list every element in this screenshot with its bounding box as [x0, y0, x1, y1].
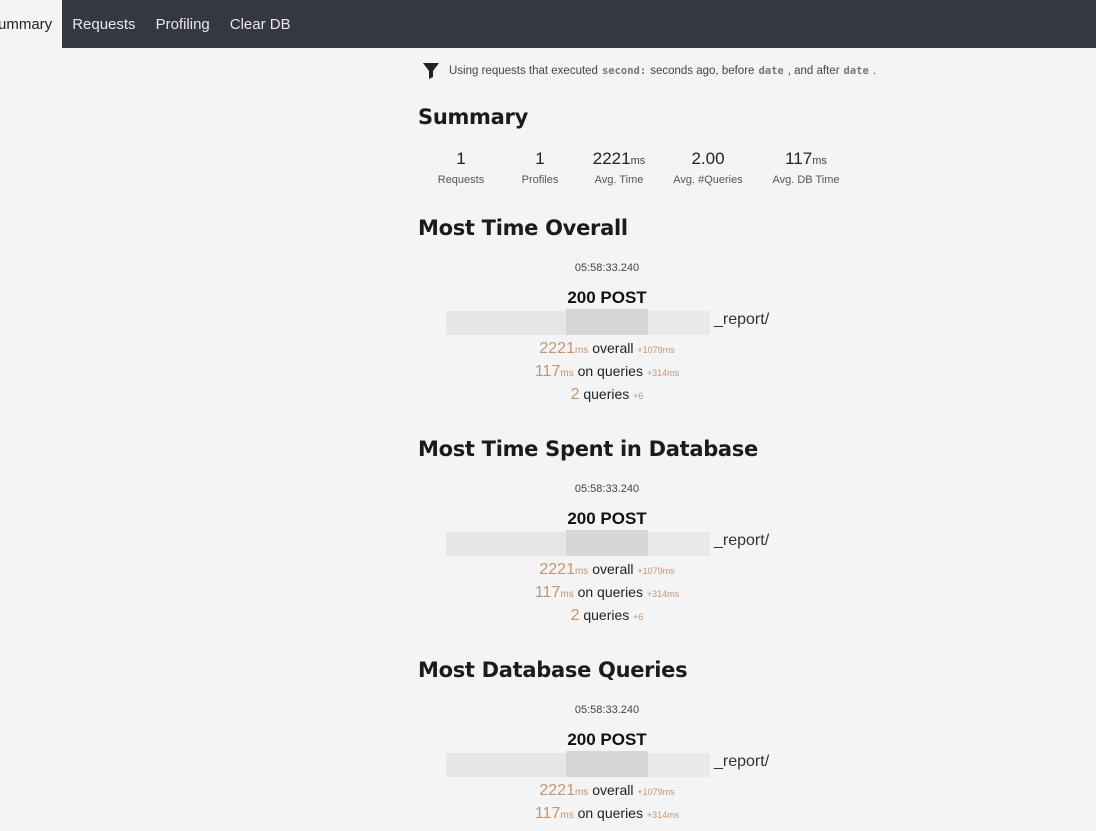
stat-avg-time: 2221ms Avg. Time [580, 149, 658, 186]
redacted-url-part [446, 311, 566, 335]
stat-value: 2.00 [691, 149, 725, 168]
section-title-most-time-overall: Most Time Overall [418, 216, 628, 240]
top-nav: Summary Requests Profiling Clear DB [0, 0, 1096, 48]
redacted-url-part [446, 753, 566, 777]
redacted-url-part [648, 753, 710, 777]
nav-tab-profiling[interactable]: Profiling [146, 0, 220, 48]
redacted-url-part [566, 751, 648, 777]
stat-unit: ms [630, 155, 646, 167]
redacted-url-part [566, 309, 648, 335]
request-url[interactable]: _report/ [418, 309, 796, 335]
request-time: 05:58:33.240 [574, 262, 640, 274]
metric-overall: 2221ms overall +1079ms [539, 340, 675, 357]
request-metrics: 2221ms overall +1079ms 117ms on queries … [418, 338, 796, 407]
section-title-most-time-db: Most Time Spent in Database [418, 437, 758, 461]
filter-date-before-token[interactable]: date [758, 65, 783, 77]
stat-label: Avg. #Queries [673, 174, 743, 186]
redacted-url-part [648, 532, 710, 556]
nav-tab-requests[interactable]: Requests [62, 0, 145, 48]
funnel-icon [422, 62, 440, 80]
metric-overall: 2221ms overall +1079ms [539, 561, 675, 578]
metric-query-time: 117ms on queries +314ms [534, 363, 680, 380]
stat-label: Avg. Time [594, 174, 644, 186]
request-url-suffix: _report/ [714, 753, 770, 770]
nav-tab-summary[interactable]: Summary [0, 0, 63, 48]
request-status[interactable]: 200 POST [418, 730, 796, 750]
stat-label: Avg. DB Time [772, 174, 840, 186]
metric-query-time: 117ms on queries +314ms [534, 584, 680, 601]
filter-after-text: , and after [787, 65, 840, 77]
metric-query-count: 2 queries +6 [570, 607, 644, 624]
request-status[interactable]: 200 POST [418, 509, 796, 529]
stat-value: 117 [785, 149, 813, 168]
redacted-url-part [566, 530, 648, 556]
stat-avg-db-time: 117ms Avg. DB Time [758, 149, 854, 186]
filter-middle: seconds ago, before [650, 65, 755, 77]
request-card-most-time-overall[interactable]: 05:58:33.240 200 POST _report/ 2221ms ov… [418, 262, 796, 407]
filter-suffix: . [872, 65, 877, 77]
redacted-url-part [446, 532, 566, 556]
request-url[interactable]: _report/ [418, 530, 796, 556]
filter-description: Using requests that executed second: sec… [422, 62, 876, 80]
stat-value: 1 [456, 149, 466, 168]
filter-seconds-token[interactable]: second: [602, 65, 646, 77]
summary-title: Summary [418, 105, 528, 129]
request-time: 05:58:33.240 [574, 483, 640, 495]
stat-label: Requests [437, 174, 485, 186]
nav-tab-clear-db[interactable]: Clear DB [220, 0, 301, 48]
filter-date-after-token[interactable]: date [844, 65, 869, 77]
stat-label: Profiles [521, 174, 559, 186]
metric-overall: 2221ms overall +1079ms [539, 782, 675, 799]
filter-prefix: Using requests that executed [449, 65, 598, 77]
stat-avg-queries: 2.00 Avg. #Queries [658, 149, 758, 186]
request-metrics: 2221ms overall +1079ms 117ms on queries … [418, 780, 796, 826]
request-status[interactable]: 200 POST [418, 288, 796, 308]
request-card-most-time-db[interactable]: 05:58:33.240 200 POST _report/ 2221ms ov… [418, 483, 796, 628]
stat-value: 1 [535, 149, 545, 168]
summary-stats: 1 Requests 1 Profiles 2221ms Avg. Time 2… [430, 149, 854, 186]
section-title-most-db-queries: Most Database Queries [418, 658, 688, 682]
redacted-url-part [648, 311, 710, 335]
stat-value: 2221 [592, 149, 631, 168]
request-time: 05:58:33.240 [574, 704, 640, 716]
stat-profiles: 1 Profiles [500, 149, 580, 186]
request-url[interactable]: _report/ [418, 751, 796, 777]
request-url-suffix: _report/ [714, 532, 770, 549]
request-card-most-db-queries[interactable]: 05:58:33.240 200 POST _report/ 2221ms ov… [418, 704, 796, 826]
stat-requests: 1 Requests [430, 149, 492, 186]
request-metrics: 2221ms overall +1079ms 117ms on queries … [418, 559, 796, 628]
stat-unit: ms [812, 155, 827, 167]
metric-query-time: 117ms on queries +314ms [534, 805, 680, 822]
metric-query-count: 2 queries +6 [570, 386, 644, 403]
request-url-suffix: _report/ [714, 311, 770, 328]
